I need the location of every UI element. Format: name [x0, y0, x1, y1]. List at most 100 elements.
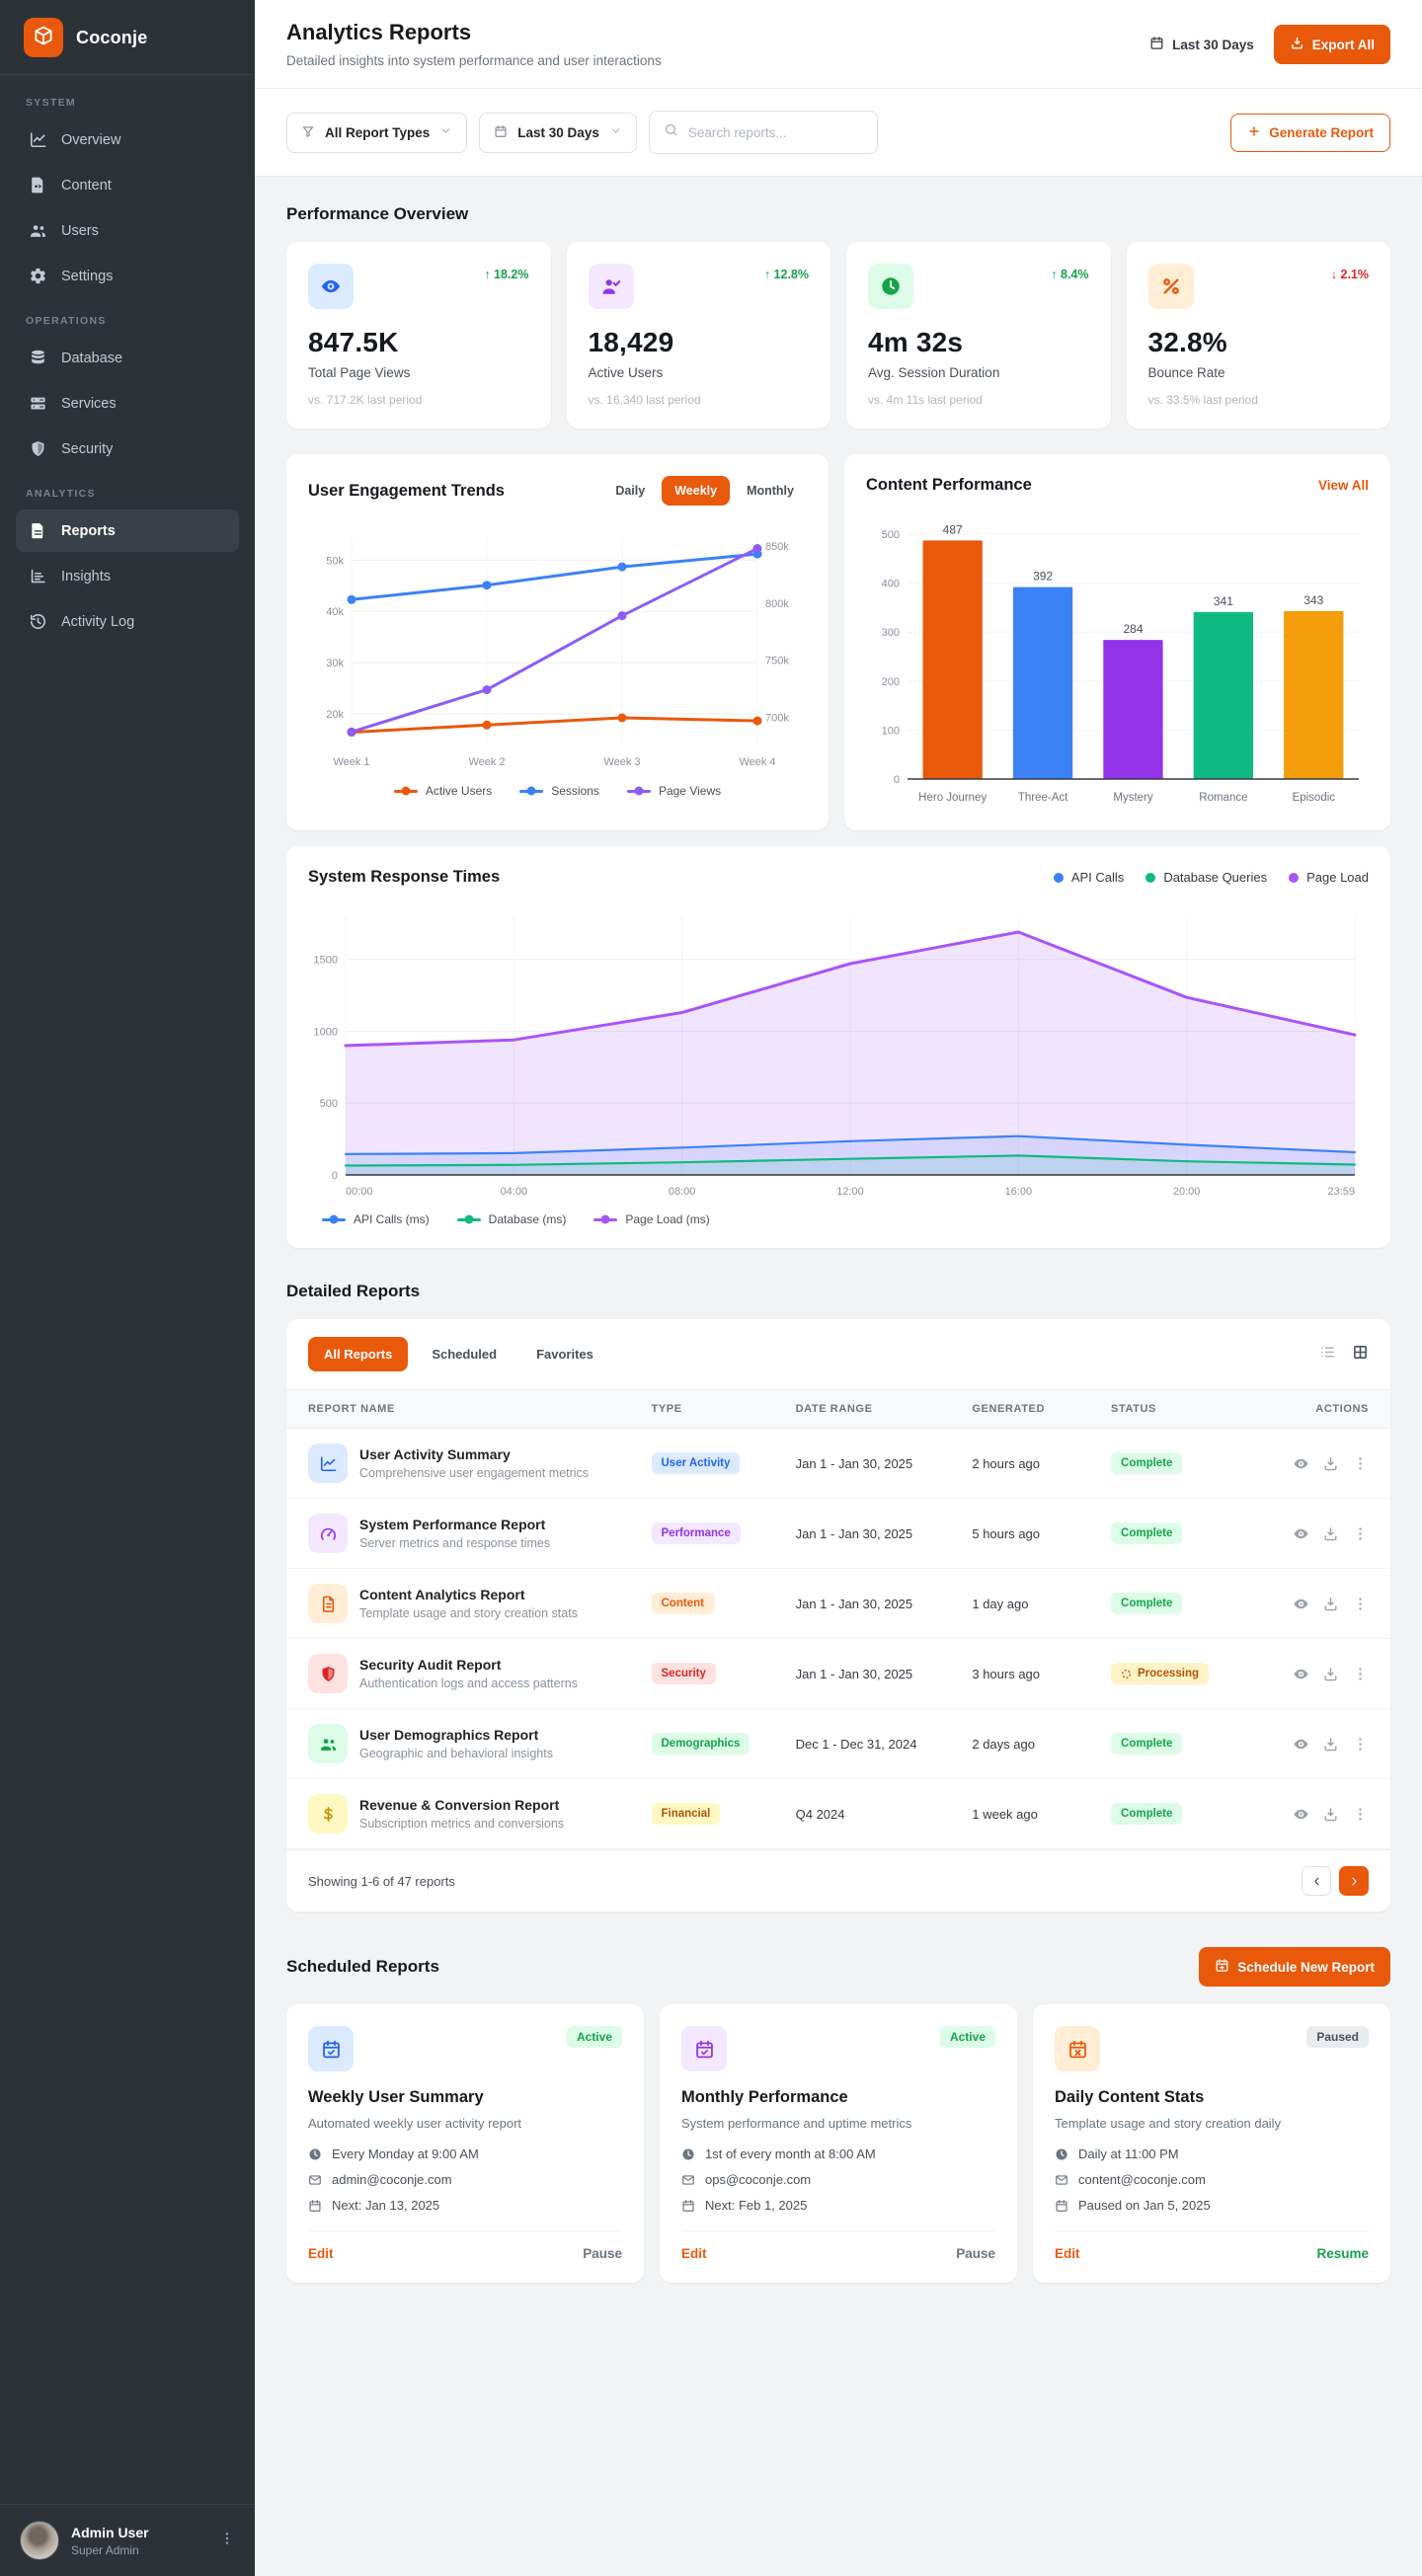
status-label: Complete: [1121, 1527, 1173, 1539]
pause-link[interactable]: Pause: [956, 2246, 995, 2261]
report-desc: Authentication logs and access patterns: [359, 1677, 578, 1690]
eye-icon[interactable]: [1293, 1455, 1309, 1472]
meta-item: Next: Jan 13, 2025: [308, 2198, 622, 2213]
svg-text:850k: 850k: [765, 541, 789, 553]
view-all-link[interactable]: View All: [1318, 478, 1369, 493]
sidebar-item-insights[interactable]: Insights: [16, 555, 239, 597]
svg-text:284: 284: [1123, 622, 1143, 636]
kebab-icon[interactable]: [1352, 1666, 1369, 1682]
kebab-icon[interactable]: [219, 2531, 235, 2551]
schedule-new-report-button[interactable]: Schedule New Report: [1199, 1947, 1390, 1987]
table-row[interactable]: System Performance Report Server metrics …: [286, 1499, 1390, 1569]
search-input[interactable]: [687, 124, 863, 140]
sidebar-item-reports[interactable]: Reports: [16, 509, 239, 552]
svg-text:392: 392: [1033, 570, 1053, 584]
status-cell: Complete: [1111, 1803, 1256, 1825]
report-name-text: User Activity Summary Comprehensive user …: [359, 1446, 589, 1480]
eye-icon[interactable]: [1293, 1806, 1309, 1823]
edit-link[interactable]: Edit: [308, 2246, 334, 2261]
eye-icon[interactable]: [1293, 1525, 1309, 1542]
kebab-icon[interactable]: [1352, 1806, 1369, 1823]
download-icon[interactable]: [1322, 1736, 1339, 1753]
report-name-text: Revenue & Conversion Report Subscription …: [359, 1797, 564, 1831]
generated-cell: 1 day ago: [972, 1596, 1029, 1611]
edit-link[interactable]: Edit: [681, 2246, 707, 2261]
legend-item-api-calls: API Calls: [1053, 870, 1124, 885]
database-icon: [28, 349, 47, 367]
brand-name: Coconje: [76, 27, 148, 47]
pause-link[interactable]: Pause: [583, 2246, 622, 2261]
sidebar-item-label: Database: [61, 350, 123, 366]
table-row[interactable]: Security Audit Report Authentication logs…: [286, 1639, 1390, 1709]
date-range-button[interactable]: Last 30 Days: [1149, 36, 1254, 53]
report-tab-scheduled[interactable]: Scheduled: [416, 1337, 513, 1371]
calendar-icon: [1055, 2199, 1068, 2213]
kebab-icon[interactable]: [1352, 1455, 1369, 1472]
meta-text: admin@coconje.com: [332, 2172, 452, 2187]
meta-item: admin@coconje.com: [308, 2172, 622, 2187]
user-menu[interactable]: Admin User Super Admin: [0, 2504, 255, 2576]
sidebar-item-content[interactable]: Content: [16, 164, 239, 206]
sidebar-item-activity-log[interactable]: Activity Log: [16, 600, 239, 643]
svg-text:00:00: 00:00: [346, 1186, 373, 1198]
date-range-select[interactable]: Last 30 Days: [479, 112, 637, 153]
download-icon[interactable]: [1322, 1455, 1339, 1472]
kebab-icon[interactable]: [1352, 1525, 1369, 1542]
engagement-tab-daily[interactable]: Daily: [602, 476, 658, 506]
report-type-select[interactable]: All Report Types: [286, 112, 468, 153]
page-button-1<span class=[interactable]: [1339, 1866, 1369, 1896]
pagination-summary: Showing 1-6 of 47 reports: [308, 1873, 455, 1889]
eye-icon[interactable]: [1293, 1666, 1309, 1682]
sidebar-item-database[interactable]: Database: [16, 337, 239, 379]
table-row[interactable]: Content Analytics Report Template usage a…: [286, 1569, 1390, 1639]
sidebar-item-overview[interactable]: Overview: [16, 118, 239, 161]
report-tab-all-reports[interactable]: All Reports: [308, 1337, 409, 1371]
table-row[interactable]: User Activity Summary Comprehensive user …: [286, 1429, 1390, 1499]
calendar-check-icon: [308, 2026, 354, 2071]
svg-text:800k: 800k: [765, 598, 789, 610]
sidebar-item-label: Settings: [61, 268, 114, 284]
plus-icon: [1247, 124, 1261, 141]
actions-cell: [1266, 1736, 1369, 1753]
eye-icon[interactable]: [1293, 1736, 1309, 1753]
calendar-icon: [1149, 36, 1164, 53]
column-header-generated: Generated: [972, 1403, 1046, 1415]
generate-report-button[interactable]: Generate Report: [1230, 113, 1390, 152]
eye-icon[interactable]: [1293, 1596, 1309, 1612]
sidebar-item-users[interactable]: Users: [16, 209, 239, 252]
svg-text:12:00: 12:00: [836, 1186, 864, 1198]
scheduled-reports-section: Scheduled Reports Schedule New Report Ac…: [286, 1947, 1390, 2283]
engagement-tab-monthly[interactable]: Monthly: [734, 476, 807, 506]
download-icon[interactable]: [1322, 1596, 1339, 1612]
report-tab-favorites[interactable]: Favorites: [520, 1337, 609, 1371]
report-name-cell: User Activity Summary Comprehensive user …: [308, 1444, 642, 1483]
download-icon[interactable]: [1322, 1525, 1339, 1542]
search-icon: [664, 122, 678, 142]
list-view-icon[interactable]: [1319, 1344, 1336, 1366]
stat-card-active-users: ↑ 12.8% 18,429 Active Users vs. 16,340 last…: [566, 242, 830, 429]
table-row[interactable]: User Demographics Report Geographic and b…: [286, 1709, 1390, 1779]
engagement-tab-weekly[interactable]: Weekly: [662, 476, 731, 506]
edit-link[interactable]: Edit: [1055, 2246, 1080, 2261]
page-prev-button[interactable]: [1302, 1866, 1331, 1896]
export-all-button[interactable]: Export All: [1273, 25, 1390, 64]
kebab-icon[interactable]: [1352, 1736, 1369, 1753]
grid-view-icon[interactable]: [1352, 1344, 1369, 1366]
sidebar-item-settings[interactable]: Settings: [16, 255, 239, 297]
date-range-cell: Q4 2024: [795, 1806, 845, 1822]
content: Performance Overview ↑ 18.2% 847.5K Total …: [255, 177, 1422, 2328]
content-performance-head: Content Performance View All: [866, 476, 1369, 495]
download-icon[interactable]: [1322, 1666, 1339, 1682]
topbar: Analytics Reports Detailed insights into…: [255, 0, 1422, 89]
download-icon[interactable]: [1322, 1806, 1339, 1823]
sidebar-item-security[interactable]: Security: [16, 428, 239, 470]
chevron-down-icon: [609, 124, 622, 140]
kebab-icon[interactable]: [1352, 1596, 1369, 1612]
resume-link[interactable]: Resume: [1316, 2246, 1369, 2261]
svg-text:40k: 40k: [326, 606, 344, 618]
security-icon: [28, 439, 47, 458]
sidebar-item-label: Overview: [61, 131, 121, 148]
sidebar-item-services[interactable]: Services: [16, 382, 239, 425]
legend-swatch: [393, 789, 418, 793]
table-row[interactable]: Revenue & Conversion Report Subscription …: [286, 1779, 1390, 1849]
